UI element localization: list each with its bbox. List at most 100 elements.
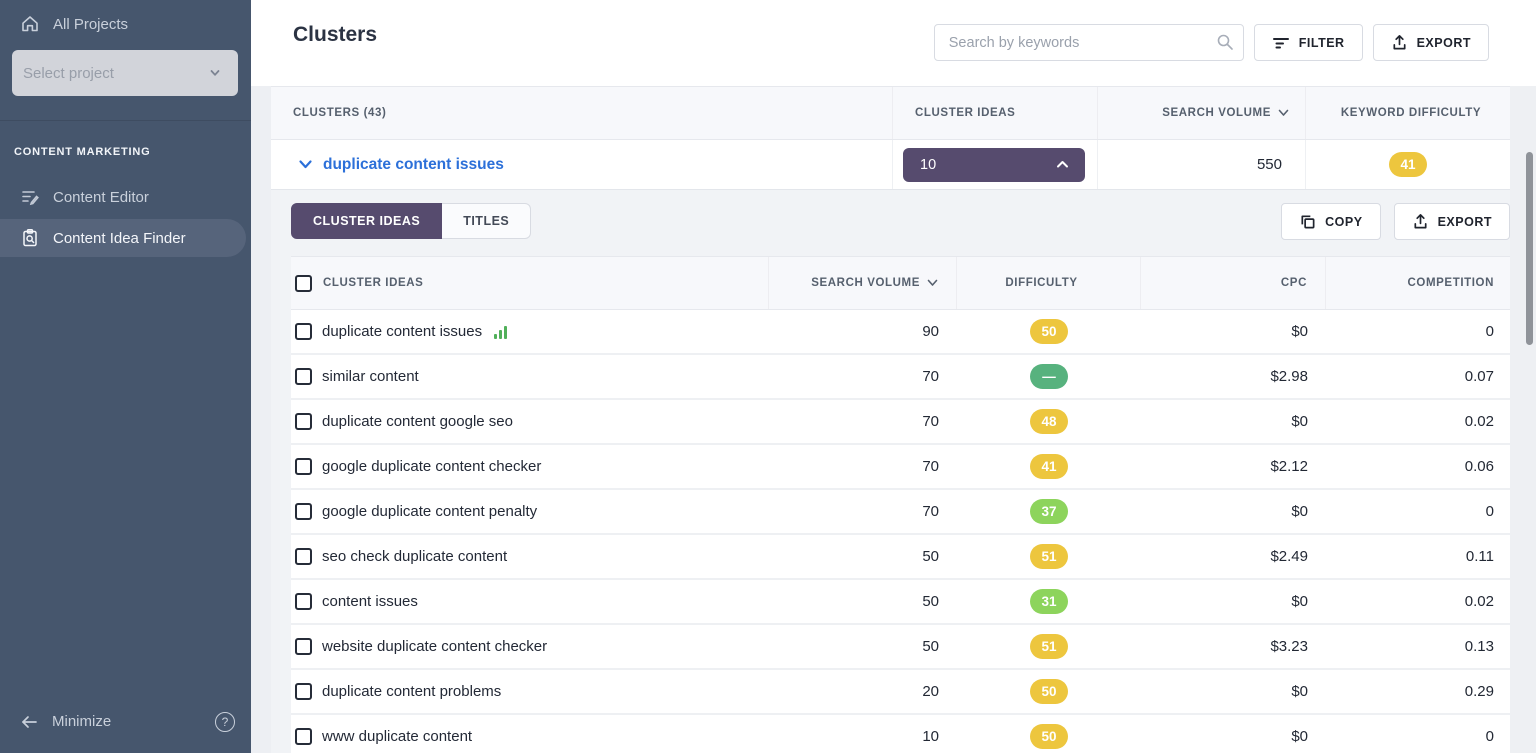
keyword-label: duplicate content issues [322,323,483,340]
difficulty-cell: 50 [957,670,1141,713]
col-cluster-ideas: CLUSTER IDEAS [893,87,1098,139]
cpc-cell: $0 [1291,593,1308,610]
row-checkbox[interactable] [295,593,312,610]
competition-cell: 0 [1485,323,1494,340]
row-checkbox[interactable] [295,413,312,430]
help-icon[interactable]: ? [215,712,235,732]
scrollbar-thumb[interactable] [1526,152,1533,345]
cluster-ideas-dropdown[interactable]: 10 [903,147,1085,182]
col-volume[interactable]: SEARCH VOLUME [769,257,957,309]
keyword-cell: similar content [291,355,769,398]
competition-cell: 0.02 [1464,593,1494,610]
project-select-placeholder: Select project [23,64,114,82]
row-checkbox[interactable] [295,503,312,520]
filter-label: FILTER [1298,35,1345,50]
cluster-toggle[interactable]: duplicate content issues [271,140,893,189]
tab-titles[interactable]: TITLES [442,203,532,239]
difficulty-cell: 51 [957,535,1141,578]
sidebar-item-label: Content Editor [53,188,149,206]
cluster-search-volume: 550 [1098,140,1306,189]
cluster-ideas-rows: duplicate content issues 90 50 $0 0 simi… [291,310,1510,753]
table-row: website duplicate content checker 50 51 … [291,625,1510,670]
tab-cluster-ideas[interactable]: CLUSTER IDEAS [291,203,443,239]
col-search-volume[interactable]: SEARCH VOLUME [1098,87,1306,139]
row-checkbox[interactable] [295,368,312,385]
cpc-cell: $0 [1291,323,1308,340]
app-window: All Projects Select project CONTENT MARK… [0,0,1536,753]
volume-cell: 50 [922,638,939,655]
keyword-cell: duplicate content issues [291,310,769,353]
row-checkbox[interactable] [295,458,312,475]
copy-label: COPY [1325,214,1363,229]
content-idea-finder-icon [23,229,37,247]
sidebar-item-all-projects[interactable]: All Projects [20,14,128,34]
row-checkbox[interactable] [295,323,312,340]
cpc-cell: $0 [1291,413,1308,430]
arrow-left-icon [22,715,37,728]
search-volume-label: SEARCH VOLUME [1162,107,1271,119]
keyword-cell: content issues [291,580,769,623]
difficulty-badge: 51 [1030,544,1068,569]
cluster-difficulty-cell: 41 [1306,140,1510,189]
table-row: similar content 70 — $2.98 0.07 [291,355,1510,400]
difficulty-cell: 37 [957,490,1141,533]
copy-button[interactable]: COPY [1281,203,1381,240]
sidebar-item-content-idea-finder[interactable]: Content Idea Finder [0,219,246,257]
project-select[interactable]: Select project [12,50,238,96]
keyword-label: www duplicate content [322,728,473,745]
cluster-ideas-table: CLUSTER IDEAS SEARCH VOLUME DIFFICULTY C… [291,256,1510,753]
competition-cell: 0.06 [1464,458,1494,475]
panel-tabs: CLUSTER IDEAS TITLES [291,203,532,239]
cluster-name-link[interactable]: duplicate content issues [323,156,504,174]
sidebar-item-content-editor[interactable]: Content Editor [0,178,246,216]
select-all-checkbox[interactable] [295,274,312,292]
export-label: EXPORT [1437,214,1492,229]
table-row: seo check duplicate content 50 51 $2.49 … [291,535,1510,580]
keyword-cell: duplicate content problems [291,670,769,713]
export-button-panel[interactable]: EXPORT [1393,203,1510,240]
volume-cell: 20 [922,683,939,700]
cpc-cell: $0 [1291,503,1308,520]
chevron-up-icon [1057,161,1068,168]
row-checkbox[interactable] [295,683,312,700]
difficulty-badge: 50 [1030,724,1068,749]
cluster-row: duplicate content issues 10 550 41 [271,140,1510,190]
difficulty-cell: 51 [957,625,1141,668]
cpc-cell: $2.49 [1270,548,1308,565]
difficulty-badge: 41 [1030,454,1068,479]
cluster-ideas-count: 10 [920,156,937,173]
cluster-detail-panel: CLUSTER IDEAS TITLES COPY EXPORT CLUSTER… [271,190,1510,753]
chevron-down-icon [210,70,220,76]
topbar-actions: FILTER EXPORT [933,24,1489,61]
search-input[interactable] [933,24,1244,61]
volume-cell: 70 [922,503,939,520]
cluster-ideas-table-header: CLUSTER IDEAS SEARCH VOLUME DIFFICULTY C… [291,256,1510,310]
difficulty-badge: — [1030,364,1068,389]
row-checkbox[interactable] [295,548,312,565]
col-competition: COMPETITION [1407,277,1494,289]
export-button[interactable]: EXPORT [1372,24,1489,61]
home-icon [22,16,38,32]
clusters-table-header: CLUSTERS (43) CLUSTER IDEAS SEARCH VOLUM… [271,86,1510,140]
help-glyph: ? [221,715,229,729]
main-area: Clusters FILTER [251,0,1536,753]
filter-button[interactable]: FILTER [1253,24,1363,61]
keyword-label: google duplicate content penalty [322,503,538,520]
minimize-button[interactable]: Minimize [20,713,111,730]
row-checkbox[interactable] [295,728,312,745]
table-row: google duplicate content checker 70 41 $… [291,445,1510,490]
difficulty-cell: 31 [957,580,1141,623]
topbar: Clusters FILTER [251,0,1536,86]
difficulty-cell: 50 [957,310,1141,353]
upload-icon [1414,214,1427,229]
table-row: duplicate content problems 20 50 $0 0.29 [291,670,1510,715]
scrollbar-track [1510,86,1536,753]
table-row: www duplicate content 10 50 $0 0 [291,715,1510,753]
keyword-label: similar content [322,368,419,385]
volume-cell: 70 [922,458,939,475]
keyword-label: duplicate content google seo [322,413,513,430]
row-checkbox[interactable] [295,638,312,655]
difficulty-cell: 41 [957,445,1141,488]
col-clusters: CLUSTERS (43) [271,87,893,139]
volume-cell: 50 [922,548,939,565]
